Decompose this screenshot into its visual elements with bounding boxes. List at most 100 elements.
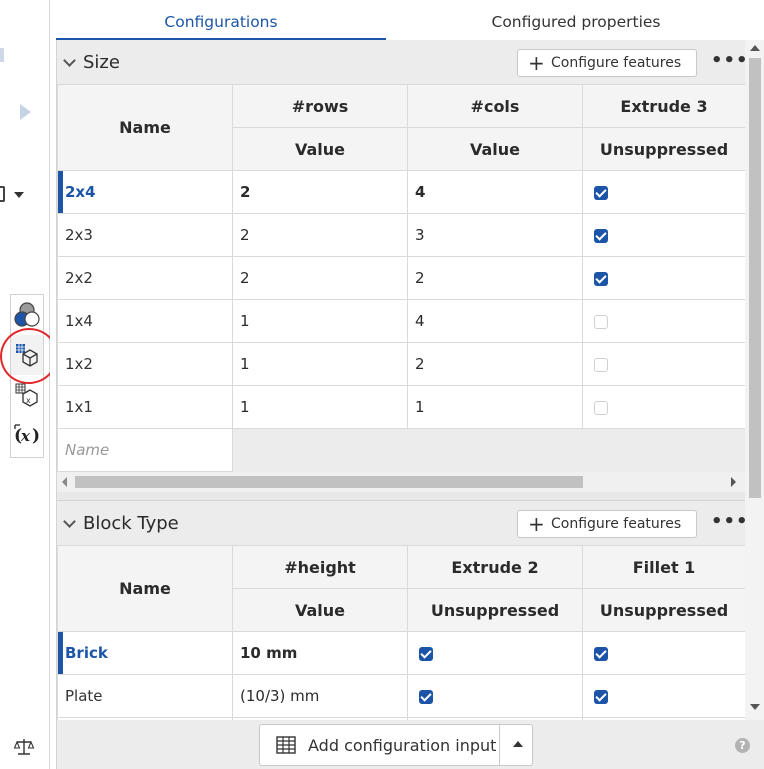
table-row[interactable]: 1x1 1 1 [57, 385, 746, 429]
config-name-cell[interactable]: 1x2 [57, 342, 233, 386]
value-cell[interactable]: 2 [232, 256, 408, 300]
column-header-fillet1[interactable]: Fillet 1 [582, 545, 746, 589]
left-edge-marker [0, 48, 4, 62]
suppression-cell [582, 299, 746, 343]
configure-features-button[interactable]: + Configure features [517, 49, 697, 77]
column-header-name: Name [57, 84, 233, 171]
suppression-cell [582, 631, 746, 675]
value-cell[interactable]: 1 [407, 385, 583, 429]
value-cell[interactable]: 2 [232, 170, 408, 214]
value-cell[interactable]: (10/3) mm [232, 674, 408, 718]
checkbox[interactable] [594, 400, 608, 415]
suppression-cell [582, 170, 746, 214]
scrollbar-thumb[interactable] [75, 476, 583, 488]
tab-configured-properties[interactable]: Configured properties [411, 6, 741, 40]
horizontal-scrollbar[interactable] [57, 472, 745, 492]
value-cell[interactable]: 1 [232, 299, 408, 343]
tab-configurations[interactable]: Configurations [56, 6, 386, 40]
config-name-cell[interactable]: 2x4 [57, 170, 233, 214]
add-configuration-input-main[interactable]: Add configuration input [260, 725, 500, 765]
config-name-cell[interactable]: 1x1 [57, 385, 233, 429]
view-cube-icon[interactable] [0, 186, 5, 202]
add-configuration-input-button[interactable]: Add configuration input [259, 724, 533, 766]
table-row[interactable]: 2x2 2 2 [57, 256, 746, 300]
config-name-cell[interactable]: 2x3 [57, 213, 233, 257]
column-header-height[interactable]: #height [232, 545, 408, 589]
suppression-cell [582, 385, 746, 429]
checkbox[interactable] [594, 689, 608, 704]
scroll-left-icon[interactable] [62, 477, 67, 487]
checkbox[interactable] [594, 185, 608, 200]
suppression-cell [407, 631, 583, 675]
more-options-icon[interactable]: ••• [711, 50, 749, 71]
table-row[interactable]: Brick 10 mm [57, 631, 746, 675]
value-cell[interactable]: 4 [407, 170, 583, 214]
column-header-extrude3[interactable]: Extrude 3 [582, 84, 746, 128]
config-name-cell[interactable]: 1x4 [57, 299, 233, 343]
config-name-cell[interactable]: 2x2 [57, 256, 233, 300]
config-name-cell[interactable]: Brick [57, 631, 233, 675]
checkbox[interactable] [419, 646, 433, 661]
column-header-name: Name [57, 545, 233, 632]
checkbox[interactable] [594, 646, 608, 661]
block-type-section: Block Type + Configure features ••• Name… [57, 500, 748, 720]
scroll-up-icon[interactable] [750, 45, 760, 51]
section-title[interactable]: Block Type [83, 513, 179, 534]
svg-text:): ) [32, 426, 40, 446]
appearance-icon [14, 302, 40, 327]
configurations-scroll-area: Size + Configure features ••• Name #rows… [56, 40, 764, 720]
column-subheader-unsuppressed: Unsuppressed [407, 588, 583, 632]
column-subheader-value: Value [232, 588, 408, 632]
svg-text:x: x [26, 396, 31, 405]
checkbox[interactable] [594, 314, 608, 329]
checkbox[interactable] [594, 357, 608, 372]
value-cell[interactable]: 2 [407, 256, 583, 300]
more-options-icon[interactable]: ••• [711, 511, 749, 532]
checkbox[interactable] [419, 689, 433, 704]
variables-icon: ( x ) [14, 424, 40, 446]
checkbox[interactable] [594, 271, 608, 286]
chevron-up-icon[interactable] [513, 741, 523, 747]
scroll-down-icon[interactable] [750, 704, 760, 710]
empty-cell [232, 428, 746, 472]
column-header-cols[interactable]: #cols [407, 84, 583, 128]
configure-features-label: Configure features [551, 55, 682, 71]
configure-features-button[interactable]: + Configure features [517, 510, 697, 538]
size-table: Name #rows #cols Extrude 3 Value Value U… [57, 84, 746, 472]
size-section: Size + Configure features ••• Name #rows… [57, 40, 748, 492]
chevron-down-icon[interactable] [14, 192, 24, 198]
section-title[interactable]: Size [83, 52, 120, 73]
new-config-row[interactable]: Name [57, 428, 746, 472]
value-cell[interactable]: 2 [407, 342, 583, 386]
config-name-cell[interactable]: Plate [57, 674, 233, 718]
scroll-right-icon[interactable] [731, 477, 736, 487]
scrollbar-thumb[interactable] [749, 58, 761, 498]
scale-icon[interactable] [14, 738, 34, 756]
new-config-name-input[interactable]: Name [57, 428, 233, 472]
panel-tabs: Configurations Configured properties [56, 6, 764, 40]
table-row[interactable]: Plate (10/3) mm [57, 674, 746, 718]
help-icon[interactable]: ? [735, 738, 750, 753]
vertical-scrollbar[interactable] [745, 40, 764, 720]
checkbox[interactable] [594, 228, 608, 243]
panel-footer: Add configuration input ? [56, 720, 764, 769]
value-cell[interactable]: 10 mm [232, 631, 408, 675]
value-cell[interactable]: 1 [232, 385, 408, 429]
column-subheader-unsuppressed: Unsuppressed [582, 588, 746, 632]
variables-panel-button[interactable]: ( x ) [11, 415, 43, 455]
chevron-down-icon[interactable] [63, 515, 76, 528]
column-header-extrude2[interactable]: Extrude 2 [407, 545, 583, 589]
chevron-down-icon[interactable] [63, 54, 76, 67]
table-row[interactable]: 2x3 2 3 [57, 213, 746, 257]
table-row[interactable]: 2x4 2 4 [57, 170, 746, 214]
suppression-cell [582, 256, 746, 300]
table-row[interactable]: 1x2 1 2 [57, 342, 746, 386]
value-cell[interactable]: 4 [407, 299, 583, 343]
suppression-cell [582, 342, 746, 386]
table-row[interactable]: 1x4 1 4 [57, 299, 746, 343]
value-cell[interactable]: 1 [232, 342, 408, 386]
column-header-rows[interactable]: #rows [232, 84, 408, 128]
value-cell[interactable]: 2 [232, 213, 408, 257]
play-icon[interactable] [20, 104, 31, 120]
value-cell[interactable]: 3 [407, 213, 583, 257]
